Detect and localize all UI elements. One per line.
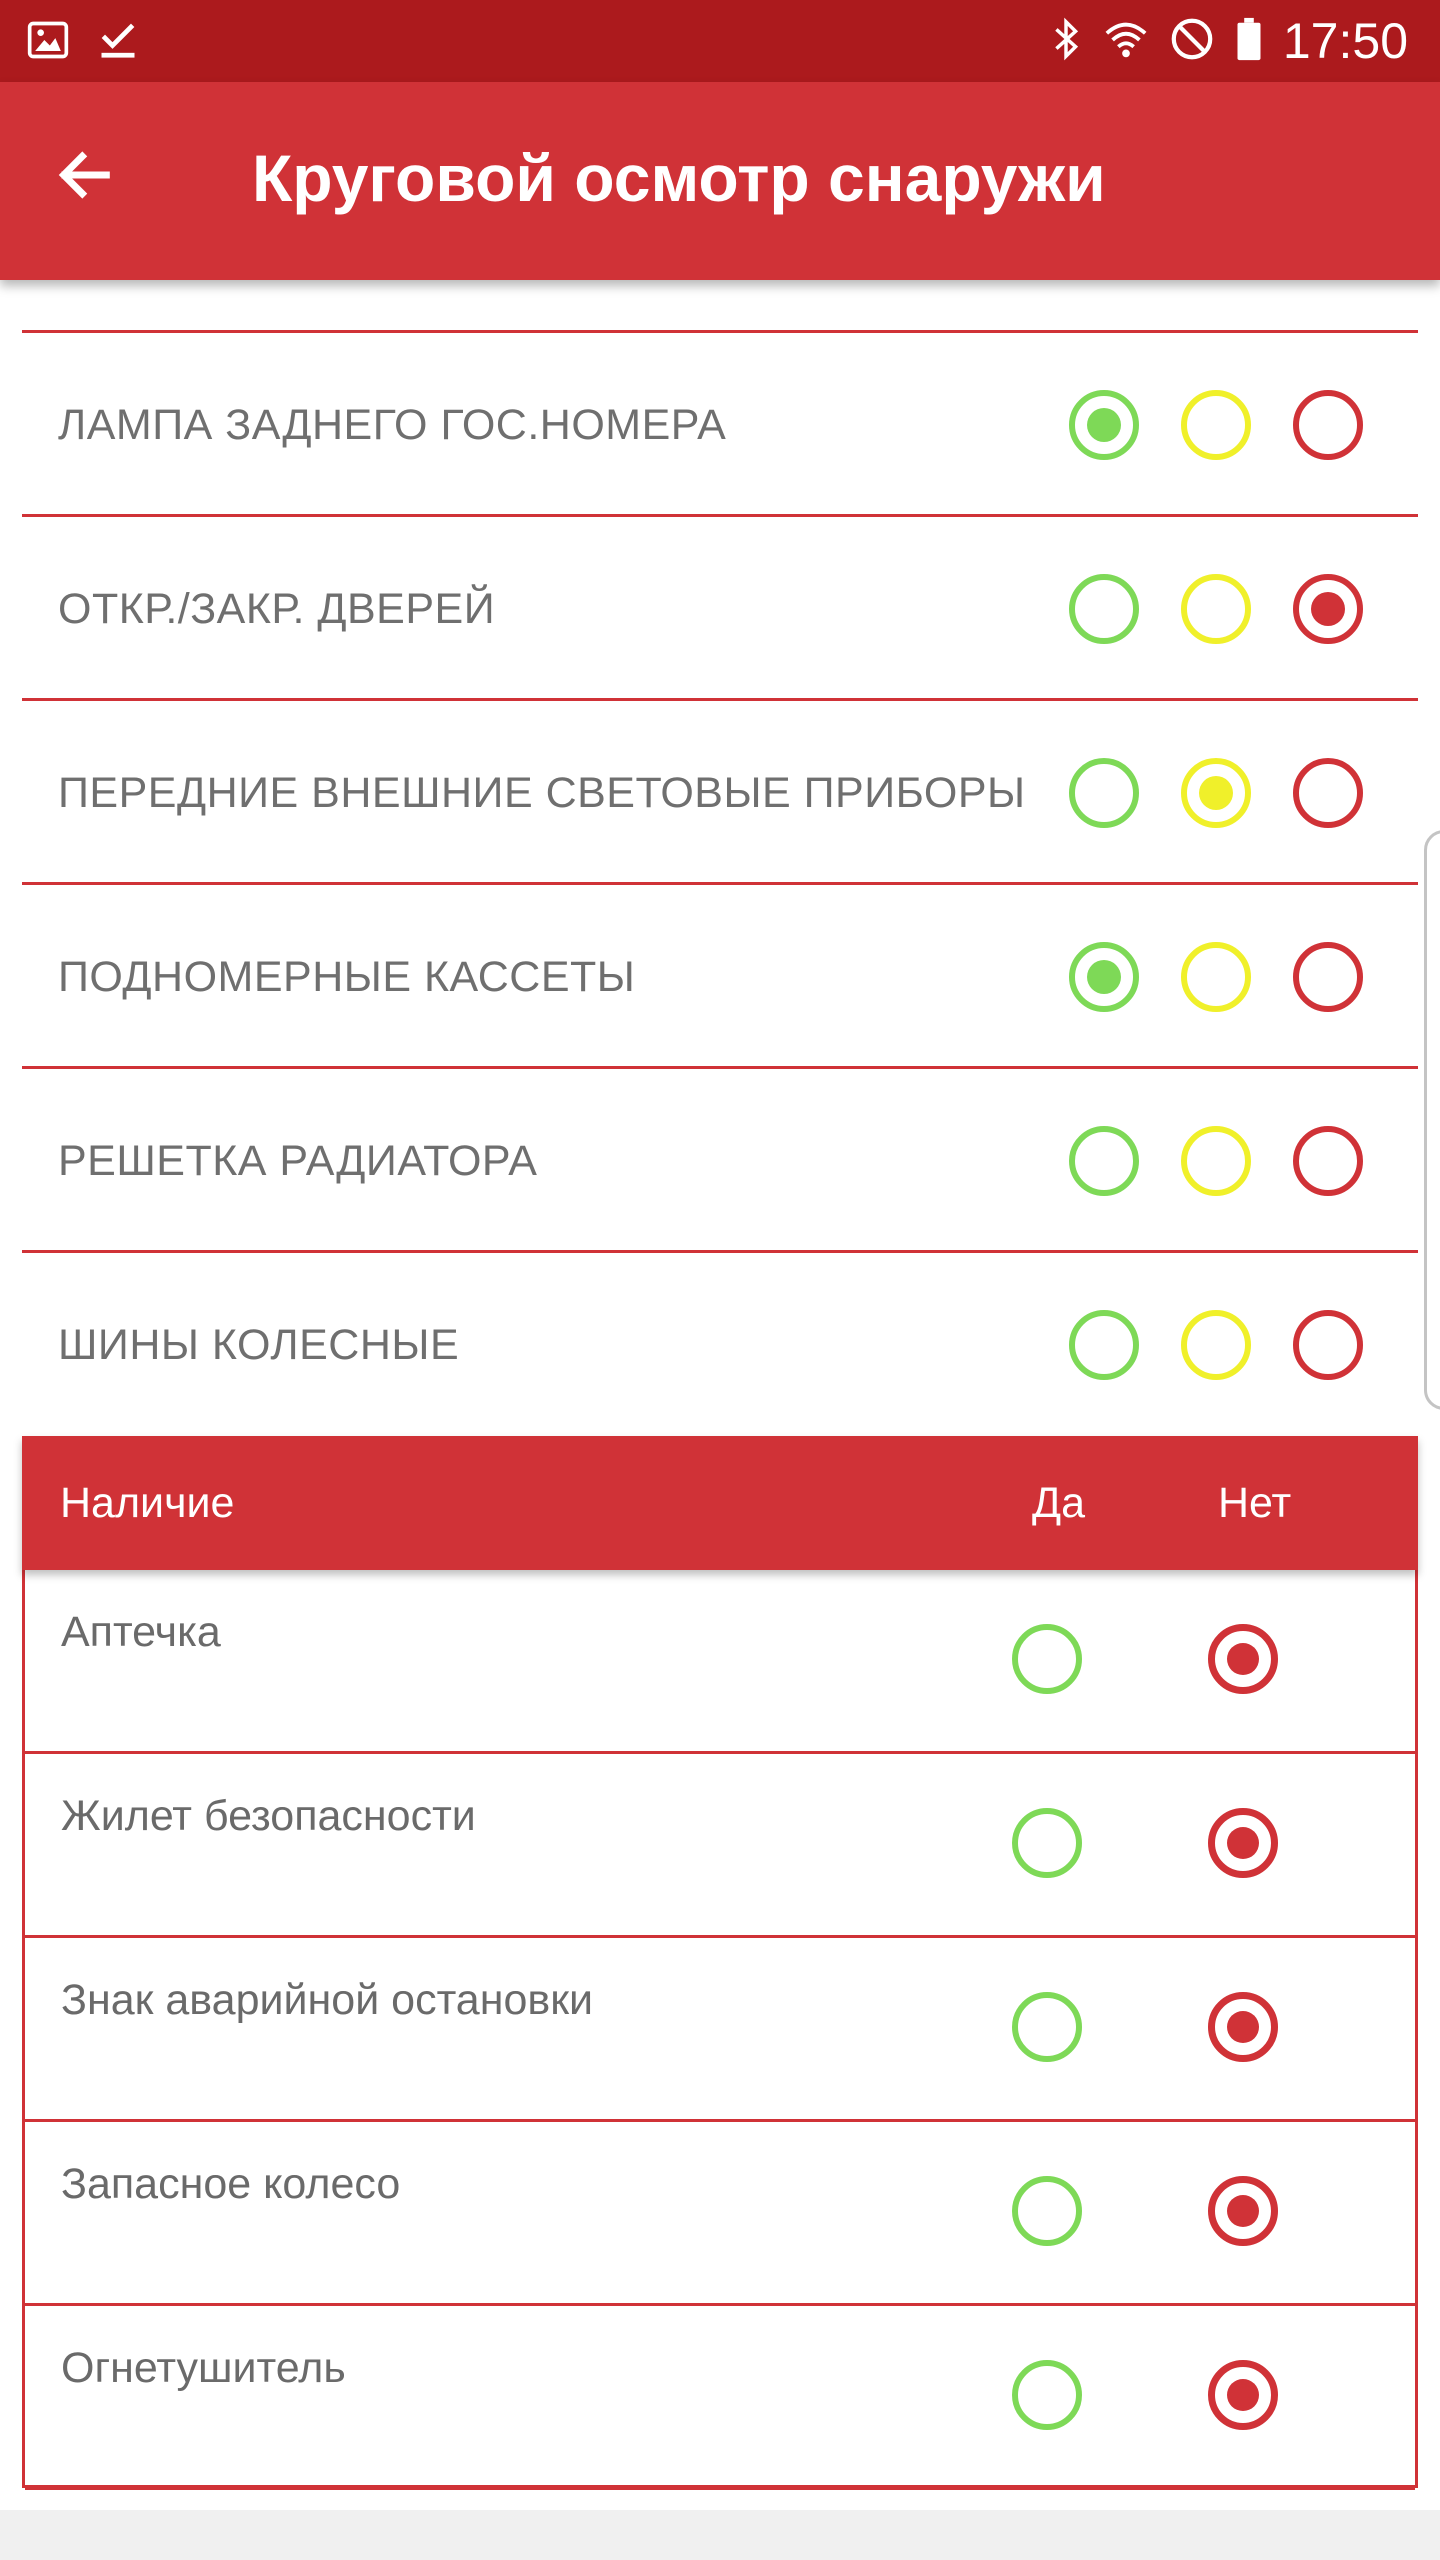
radio-selected-dot: [1087, 408, 1121, 442]
inspection-row: РЕШЕТКА РАДИАТОРА: [22, 1066, 1418, 1250]
radio-fault[interactable]: [1293, 1310, 1363, 1380]
radio-fault[interactable]: [1293, 1126, 1363, 1196]
inspection-item-label: ШИНЫ КОЛЕСНЫЕ: [58, 1320, 460, 1369]
inspection-item-label: ОТКР./ЗАКР. ДВЕРЕЙ: [58, 584, 496, 633]
do-not-disturb-icon: [1169, 16, 1215, 66]
radio-selected-dot: [1227, 2195, 1259, 2227]
radio-ok[interactable]: [1069, 574, 1139, 644]
inspection-row: ПОДНОМЕРНЫЕ КАССЕТЫ: [22, 882, 1418, 1066]
status-time: 17:50: [1282, 13, 1408, 69]
wifi-icon: [1103, 16, 1149, 66]
radio-selected-dot: [1087, 960, 1121, 994]
radio-warning[interactable]: [1181, 390, 1251, 460]
radio-fault[interactable]: [1293, 758, 1363, 828]
radio-no[interactable]: [1208, 2360, 1278, 2430]
inspection-item-label: ЛАМПА ЗАДНЕГО ГОС.НОМЕРА: [58, 400, 727, 449]
radio-fault[interactable]: [1293, 574, 1363, 644]
radio-yes[interactable]: [1012, 1808, 1082, 1878]
presence-row: Аптечка: [25, 1570, 1415, 1754]
radio-ok[interactable]: [1069, 390, 1139, 460]
presence-header-no: Нет: [1218, 1478, 1292, 1527]
status-right-icons: 17:50: [1049, 10, 1408, 72]
presence-row: Огнетушитель: [25, 2306, 1415, 2490]
presence-item-label: Запасное колесо: [61, 2160, 401, 2208]
radio-selected-dot: [1227, 1643, 1259, 1675]
presence-row: Запасное колесо: [25, 2122, 1415, 2306]
radio-no[interactable]: [1208, 1992, 1278, 2062]
presence-item-label: Аптечка: [61, 1608, 221, 1656]
presence-item-label: Огнетушитель: [61, 2344, 346, 2392]
presence-item-label: Знак аварийной остановки: [61, 1976, 594, 2024]
presence-list: Аптечка Жилет безопасности Знак аварийной …: [25, 1570, 1415, 2490]
radio-no[interactable]: [1208, 1624, 1278, 1694]
inspection-row: ЛАМПА ЗАДНЕГО ГОС.НОМЕРА: [22, 330, 1418, 514]
radio-yes[interactable]: [1012, 1992, 1082, 2062]
presence-row: Жилет безопасности: [25, 1754, 1415, 1938]
radio-fault[interactable]: [1293, 390, 1363, 460]
radio-warning[interactable]: [1181, 1310, 1251, 1380]
radio-no[interactable]: [1208, 1808, 1278, 1878]
check-download-icon: [96, 18, 140, 66]
inspection-row: ОТКР./ЗАКР. ДВЕРЕЙ: [22, 514, 1418, 698]
presence-row: Знак аварийной остановки: [25, 1938, 1415, 2122]
presence-item-label: Жилет безопасности: [61, 1792, 476, 1840]
inspection-item-label: РЕШЕТКА РАДИАТОРА: [58, 1136, 538, 1185]
status-bar: 17:50: [0, 0, 1440, 82]
presence-header: Наличие Да Нет: [22, 1436, 1418, 1570]
radio-yes[interactable]: [1012, 1624, 1082, 1694]
main-content: ЛАМПА ЗАДНЕГО ГОС.НОМЕРА ОТКР./ЗАКР. ДВЕР…: [0, 280, 1440, 2510]
radio-warning[interactable]: [1181, 1126, 1251, 1196]
inspection-row: ШИНЫ КОЛЕСНЫЕ: [22, 1250, 1418, 1434]
radio-warning[interactable]: [1181, 758, 1251, 828]
presence-table: Наличие Да Нет Аптечка Жилет безопасности…: [22, 1436, 1418, 2490]
presence-header-title: Наличие: [60, 1478, 235, 1527]
image-icon: [26, 18, 70, 66]
radio-ok[interactable]: [1069, 758, 1139, 828]
radio-fault[interactable]: [1293, 942, 1363, 1012]
radio-yes[interactable]: [1012, 2360, 1082, 2430]
radio-selected-dot: [1227, 2011, 1259, 2043]
radio-selected-dot: [1199, 776, 1233, 810]
app-bar: Круговой осмотр снаружи: [0, 82, 1440, 280]
radio-ok[interactable]: [1069, 942, 1139, 1012]
battery-icon: [1235, 16, 1263, 66]
bluetooth-icon: [1049, 16, 1083, 66]
edge-panel-handle[interactable]: [1424, 830, 1440, 1410]
presence-header-yes: Да: [1032, 1478, 1086, 1527]
arrow-left-icon: [53, 143, 117, 211]
radio-selected-dot: [1227, 2379, 1259, 2411]
inspection-list: ЛАМПА ЗАДНЕГО ГОС.НОМЕРА ОТКР./ЗАКР. ДВЕР…: [22, 330, 1418, 1434]
radio-warning[interactable]: [1181, 942, 1251, 1012]
back-button[interactable]: [42, 134, 128, 220]
radio-warning[interactable]: [1181, 574, 1251, 644]
inspection-row: ПЕРЕДНИЕ ВНЕШНИЕ СВЕТОВЫЕ ПРИБОРЫ: [22, 698, 1418, 882]
radio-no[interactable]: [1208, 2176, 1278, 2246]
radio-selected-dot: [1311, 592, 1345, 626]
radio-selected-dot: [1227, 1827, 1259, 1859]
radio-yes[interactable]: [1012, 2176, 1082, 2246]
radio-ok[interactable]: [1069, 1310, 1139, 1380]
page-title: Круговой осмотр снаружи: [252, 141, 1106, 215]
inspection-item-label: ПЕРЕДНИЕ ВНЕШНИЕ СВЕТОВЫЕ ПРИБОРЫ: [58, 768, 1026, 817]
status-left-icons: [26, 18, 140, 66]
inspection-item-label: ПОДНОМЕРНЫЕ КАССЕТЫ: [58, 952, 636, 1001]
radio-ok[interactable]: [1069, 1126, 1139, 1196]
